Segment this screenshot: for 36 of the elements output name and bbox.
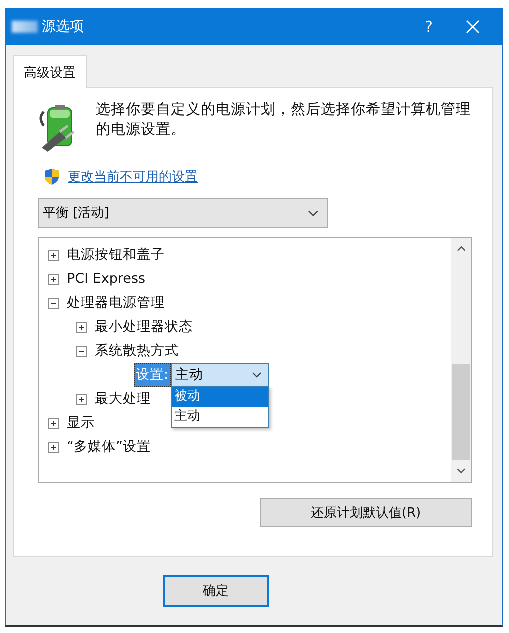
tree-item[interactable]: 显示 [67,414,95,432]
ok-button[interactable]: 确定 [163,575,269,607]
app-icon [12,20,38,32]
tree-item[interactable]: 处理器电源管理 [67,294,165,312]
shield-icon [44,168,60,186]
plan-dropdown[interactable]: 平衡 [活动] [38,198,328,228]
scroll-up-icon[interactable] [456,246,466,252]
tab[interactable]: 高级设置 [13,55,87,88]
plus-box-icon[interactable] [48,274,59,284]
plus-box-icon[interactable] [48,250,59,260]
setting-dropdown[interactable]: 主动 [170,363,269,387]
plus-box-icon[interactable] [48,442,59,452]
tree-item[interactable]: 系统散热方式 [95,342,179,360]
description-text: 选择你要自定义的电源计划，然后选择你希望计算机管理的电源设置。 [96,100,472,140]
scroll-down-icon[interactable] [456,468,466,474]
change-settings-link[interactable]: 更改当前不可用的设置 [68,168,198,186]
plus-box-icon[interactable] [76,394,87,404]
chevron-down-icon [252,372,262,378]
setting-label: 设置: [134,363,171,387]
dropdown-option[interactable]: 主动 [172,407,268,427]
tree-item[interactable]: 最小处理器状态 [95,318,193,336]
restore-defaults-button[interactable]: 还原计划默认值(R) [260,498,472,527]
tree-item[interactable]: 最大处理 [95,390,151,408]
close-icon[interactable] [466,20,480,34]
chevron-down-icon [308,210,319,216]
tree-item[interactable]: “多媒体”设置 [67,438,151,456]
plus-box-icon[interactable] [48,418,59,428]
tree-item[interactable]: 电源按钮和盖子 [67,246,165,264]
scrollbar[interactable] [451,238,471,482]
help-button[interactable]: ? [414,16,444,36]
plus-box-icon[interactable] [76,322,87,332]
dropdown-option[interactable]: 被动 [172,387,268,407]
minus-box-icon[interactable] [48,298,59,308]
tree-item[interactable]: PCI Express [67,271,146,287]
window-title: 源选项 [42,18,84,36]
minus-box-icon[interactable] [76,346,87,356]
